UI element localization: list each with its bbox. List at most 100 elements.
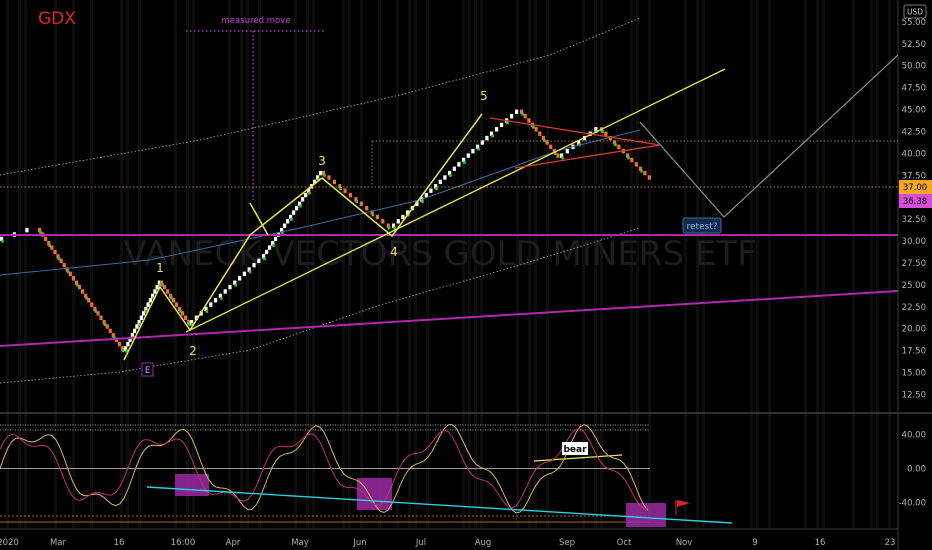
renko-brick-up bbox=[142, 311, 146, 316]
renko-brick-up bbox=[457, 162, 461, 167]
renko-brick-up bbox=[452, 166, 456, 171]
renko-brick-up bbox=[485, 135, 489, 141]
background-streak bbox=[18, 0, 21, 528]
renko-brick-down bbox=[99, 315, 103, 320]
measured-move-label: measured move bbox=[222, 16, 291, 26]
renko-brick-up bbox=[471, 149, 475, 154]
x-tick-label: 16:00 bbox=[171, 538, 196, 548]
renko-brick-green bbox=[532, 125, 535, 129]
renko-brick-green bbox=[290, 217, 293, 221]
renko-brick-up bbox=[155, 284, 159, 290]
renko-brick-up bbox=[304, 192, 308, 198]
renko-brick-down bbox=[62, 263, 66, 268]
renko-brick-green bbox=[561, 156, 564, 160]
renko-brick-green bbox=[449, 173, 452, 177]
currency-label: USD bbox=[907, 8, 923, 17]
wave-label-3: 3 bbox=[318, 154, 326, 168]
renko-brick-up bbox=[257, 258, 261, 263]
renko-brick-green bbox=[234, 283, 237, 287]
price-tick-label: 52.50 bbox=[902, 40, 926, 50]
renko-brick-green bbox=[627, 156, 630, 160]
renko-brick-down bbox=[71, 276, 75, 281]
renko-brick-up bbox=[292, 210, 296, 215]
bear-label: bear bbox=[563, 445, 587, 455]
renko-brick-down bbox=[166, 289, 170, 294]
red-wedge bbox=[489, 117, 661, 169]
renko-brick-down bbox=[359, 201, 363, 206]
renko-brick-up bbox=[268, 245, 272, 250]
renko-brick-down bbox=[105, 324, 109, 329]
chart-canvas: VANECK VECTORS GOLD MINERS ETF 12.50 15.0… bbox=[0, 0, 932, 550]
background-streak bbox=[888, 0, 891, 528]
renko-brick-up bbox=[396, 219, 400, 224]
osc-tick-label: 40.00 bbox=[902, 431, 926, 441]
renko-brick-down bbox=[44, 236, 48, 242]
last-price-label: 37.00 bbox=[903, 183, 927, 193]
renko-brick-up bbox=[301, 197, 305, 202]
chart-root: VANECK VECTORS GOLD MINERS ETF 12.50 15.0… bbox=[0, 0, 932, 550]
background-streak bbox=[816, 0, 819, 528]
x-tick-label: May bbox=[291, 538, 309, 548]
renko-brick-up bbox=[133, 328, 137, 334]
renko-brick-down bbox=[617, 144, 621, 149]
alt-price-label: 36.38 bbox=[903, 197, 927, 207]
price-tick-label: 12.50 bbox=[902, 390, 926, 400]
background-streak bbox=[54, 0, 57, 528]
renko-brick-up bbox=[139, 315, 143, 320]
retest-label: retest? bbox=[686, 222, 717, 232]
renko-brick-down bbox=[163, 284, 167, 290]
renko-brick-down bbox=[375, 214, 379, 220]
renko-brick-down bbox=[630, 157, 634, 163]
renko-brick-up bbox=[500, 122, 504, 128]
renko-brick-down bbox=[549, 144, 553, 149]
renko-brick-up bbox=[466, 153, 470, 158]
price-tick-label: 15.00 bbox=[902, 369, 926, 379]
renko-brick-green bbox=[506, 121, 509, 125]
renko-brick-up bbox=[238, 276, 242, 281]
price-tick-label: 40.00 bbox=[902, 149, 926, 159]
renko-brick-green bbox=[463, 160, 466, 164]
renko-brick-down bbox=[184, 315, 188, 320]
red-flag-icon bbox=[677, 500, 690, 507]
wave-label-4: 4 bbox=[390, 245, 398, 259]
price-tick-label: 55.00 bbox=[902, 18, 926, 28]
background-streak bbox=[90, 0, 93, 528]
renko-brick-down bbox=[327, 175, 331, 180]
renko-brick-down bbox=[348, 192, 353, 198]
x-tick-label: Nov bbox=[676, 538, 693, 548]
renko-brick-down bbox=[523, 114, 527, 119]
background-streak bbox=[768, 0, 771, 528]
renko-brick-down bbox=[81, 289, 85, 294]
symbol-title: GDX bbox=[38, 9, 76, 29]
renko-brick-down bbox=[68, 271, 72, 277]
yellow-trendline bbox=[185, 68, 726, 333]
renko-brick-down bbox=[53, 249, 57, 255]
renko-brick-up bbox=[274, 236, 278, 242]
renko-brick-green bbox=[421, 200, 424, 204]
renko-brick-up bbox=[495, 127, 499, 132]
renko-brick-down bbox=[90, 302, 94, 307]
price-tick-label: 30.00 bbox=[902, 237, 926, 247]
renko-brick-up bbox=[223, 289, 227, 294]
renko-brick-green bbox=[263, 257, 266, 261]
renko-brick-up bbox=[286, 219, 290, 224]
x-tick-label: Sep bbox=[559, 538, 575, 548]
price-tick-label: 27.50 bbox=[902, 259, 926, 269]
renko-brick-down bbox=[365, 206, 369, 211]
renko-brick-down bbox=[50, 245, 54, 250]
renko-brick-green bbox=[248, 270, 252, 274]
renko-brick-down bbox=[534, 127, 538, 132]
renko-brick-down bbox=[175, 302, 179, 307]
renko-brick-up bbox=[228, 284, 232, 290]
price-tick-label: 25.00 bbox=[902, 281, 926, 291]
renko-brick-up bbox=[515, 109, 519, 114]
price-tick-label: 45.00 bbox=[902, 106, 926, 116]
renko-brick-down bbox=[556, 153, 560, 158]
renko-brick-up bbox=[209, 302, 213, 307]
renko-brick-down bbox=[647, 175, 651, 180]
renko-brick-up bbox=[443, 175, 447, 180]
wave-label-5: 5 bbox=[480, 89, 488, 103]
renko-brick-down bbox=[87, 298, 91, 303]
renko-brick-up bbox=[319, 170, 323, 176]
renko-brick-green bbox=[299, 204, 302, 208]
